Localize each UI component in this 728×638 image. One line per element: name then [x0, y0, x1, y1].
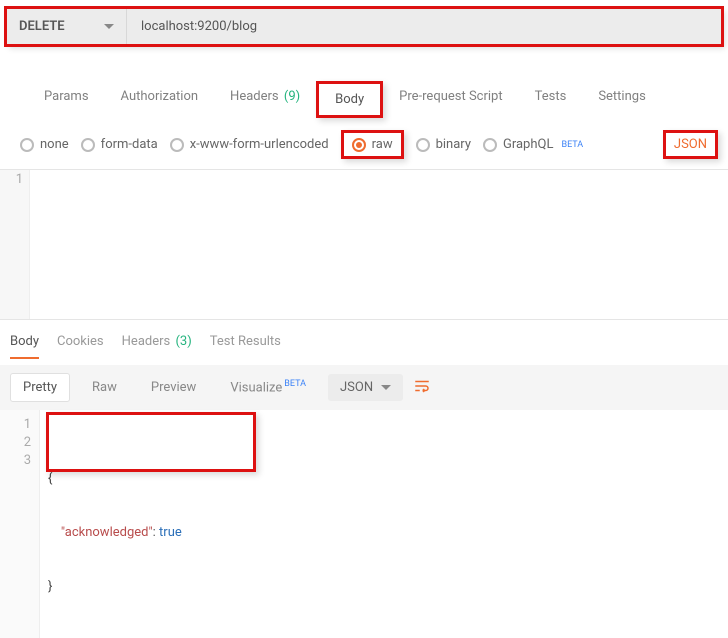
request-body-editor[interactable]: 1 [0, 170, 728, 320]
view-visualize-button[interactable]: VisualizeBETA [218, 373, 318, 401]
radio-raw-label: raw [372, 137, 393, 152]
body-content-type-select[interactable]: JSON [663, 130, 718, 159]
request-tabs: Params Authorization Headers (9) Body Pr… [28, 81, 722, 118]
body-type-row: none form-data x-www-form-urlencoded raw… [0, 118, 728, 170]
resp-tab-cookies[interactable]: Cookies [57, 334, 104, 359]
tab-tests[interactable]: Tests [519, 81, 583, 118]
visualize-label: Visualize [230, 381, 282, 396]
json-value: true [159, 525, 182, 540]
line-number: 1 [0, 416, 31, 434]
response-tabs: Body Cookies Headers (3) Test Results [0, 320, 728, 359]
response-type-label: JSON [340, 380, 373, 395]
radio-dot-icon [416, 138, 430, 152]
http-method-select[interactable]: DELETE [7, 9, 127, 44]
radio-binary-label: binary [436, 137, 471, 152]
radio-dot-icon [81, 138, 95, 152]
wrap-icon [413, 377, 431, 395]
response-type-select[interactable]: JSON [328, 374, 403, 401]
resp-tab-headers-count: (3) [175, 334, 191, 349]
tab-headers-count: (9) [284, 89, 300, 104]
radio-raw[interactable]: raw [341, 130, 404, 159]
view-pretty-button[interactable]: Pretty [10, 373, 70, 402]
editor-gutter: 1 [0, 170, 30, 319]
radio-binary[interactable]: binary [416, 137, 471, 152]
radio-none-label: none [40, 137, 69, 152]
json-brace: { [48, 471, 52, 486]
response-body-editor[interactable]: 1 2 3 { "acknowledged": true } [0, 410, 728, 638]
radio-dot-icon [352, 138, 366, 152]
request-bar: DELETE [6, 8, 722, 45]
resp-tab-headers-label: Headers [122, 334, 171, 349]
radio-none[interactable]: none [20, 137, 69, 152]
line-number: 3 [0, 452, 31, 470]
resp-tab-body[interactable]: Body [10, 334, 39, 359]
request-url-input[interactable] [127, 9, 721, 44]
radio-graphql[interactable]: GraphQL BETA [483, 137, 583, 152]
radio-graphql-label: GraphQL [503, 137, 553, 152]
tab-headers-label: Headers [230, 89, 279, 104]
chevron-down-icon [381, 385, 391, 395]
tab-headers[interactable]: Headers (9) [214, 81, 316, 118]
wrap-lines-button[interactable] [413, 377, 431, 399]
json-key: "acknowledged" [61, 525, 153, 540]
json-brace: } [48, 579, 52, 594]
radio-form-data-label: form-data [101, 137, 158, 152]
radio-urlencoded-label: x-www-form-urlencoded [190, 137, 329, 152]
radio-dot-icon [483, 138, 497, 152]
resp-tab-headers[interactable]: Headers (3) [122, 334, 192, 359]
tab-prerequest[interactable]: Pre-request Script [383, 81, 518, 118]
view-raw-button[interactable]: Raw [80, 374, 129, 401]
http-method-label: DELETE [19, 19, 65, 34]
radio-dot-icon [20, 138, 34, 152]
radio-dot-icon [170, 138, 184, 152]
editor-code-area[interactable] [30, 170, 728, 319]
radio-urlencoded[interactable]: x-www-form-urlencoded [170, 137, 329, 152]
response-gutter: 1 2 3 [0, 410, 40, 638]
highlight-box [46, 412, 256, 472]
view-preview-button[interactable]: Preview [139, 374, 208, 401]
line-number: 1 [0, 172, 23, 187]
chevron-down-icon [104, 24, 114, 34]
response-code: { "acknowledged": true } [40, 410, 728, 638]
line-number: 2 [0, 434, 31, 452]
tab-params[interactable]: Params [28, 81, 105, 118]
tab-body[interactable]: Body [316, 81, 383, 118]
tab-authorization[interactable]: Authorization [105, 81, 215, 118]
response-toolbar: Pretty Raw Preview VisualizeBETA JSON [0, 365, 728, 410]
radio-form-data[interactable]: form-data [81, 137, 158, 152]
tab-settings[interactable]: Settings [582, 81, 661, 118]
resp-tab-tests[interactable]: Test Results [210, 334, 281, 359]
beta-badge: BETA [284, 379, 306, 389]
beta-badge: BETA [561, 140, 583, 150]
